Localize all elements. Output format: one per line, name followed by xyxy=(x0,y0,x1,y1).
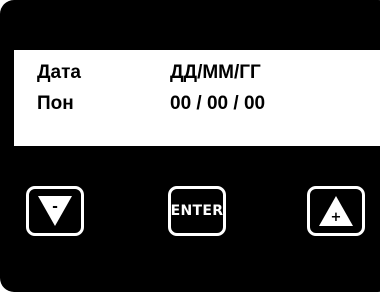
weekday-label: Пон xyxy=(37,93,74,114)
enter-button-label: ENTER xyxy=(170,203,224,219)
date-label: Дата xyxy=(37,62,81,83)
date-value: 00 / 00 / 00 xyxy=(170,93,266,114)
date-format-value: ДД/ММ/ГГ xyxy=(170,62,261,83)
triangle-down-minus-icon: - xyxy=(38,196,72,226)
down-minus-button[interactable]: - xyxy=(26,186,84,236)
enter-button[interactable]: ENTER xyxy=(168,186,226,236)
triangle-up-plus-icon: + xyxy=(319,196,353,226)
minus-symbol: - xyxy=(52,199,58,215)
control-panel: Дата ДД/ММ/ГГ Пон 00 / 00 / 00 - ENTER + xyxy=(0,0,380,292)
lcd-display: Дата ДД/ММ/ГГ Пон 00 / 00 / 00 xyxy=(14,50,380,146)
plus-symbol: + xyxy=(331,210,342,225)
up-plus-button[interactable]: + xyxy=(307,186,365,236)
